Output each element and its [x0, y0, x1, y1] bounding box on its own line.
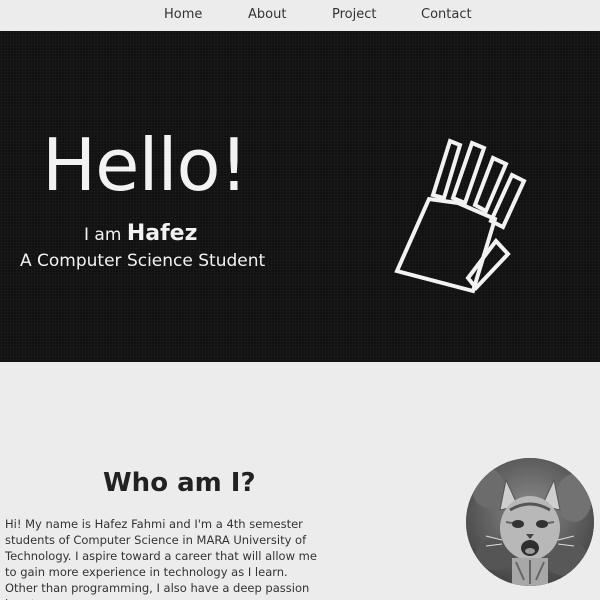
hero-intro: I am Hafez	[84, 221, 197, 246]
about-text: Hi! My name is Hafez Fahmi and I'm a 4th…	[5, 516, 320, 600]
hero-section: Hello! I am Hafez A Computer Science Stu…	[0, 31, 600, 362]
nav-about-link[interactable]: About	[248, 7, 286, 22]
about-paragraph: Hi! My name is Hafez Fahmi and I'm a 4th…	[5, 517, 317, 579]
nav-home-link[interactable]: Home	[164, 7, 202, 22]
about-paragraph: Other than programming, I also have a de…	[5, 581, 310, 600]
hero-intro-prefix: I am	[84, 225, 122, 245]
nav-contact-link[interactable]: Contact	[421, 7, 472, 22]
hero-name: Hafez	[126, 221, 198, 246]
hero-role: A Computer Science Student	[20, 251, 266, 271]
kitten-photo	[466, 458, 594, 586]
nav-project-link[interactable]: Project	[332, 7, 376, 22]
hero-greeting: Hello!	[42, 123, 248, 207]
about-title: Who am I?	[103, 468, 256, 498]
waving-hand-icon	[394, 138, 527, 294]
top-navigation: Home About Project Contact	[0, 0, 600, 31]
kitten-image	[466, 458, 594, 586]
